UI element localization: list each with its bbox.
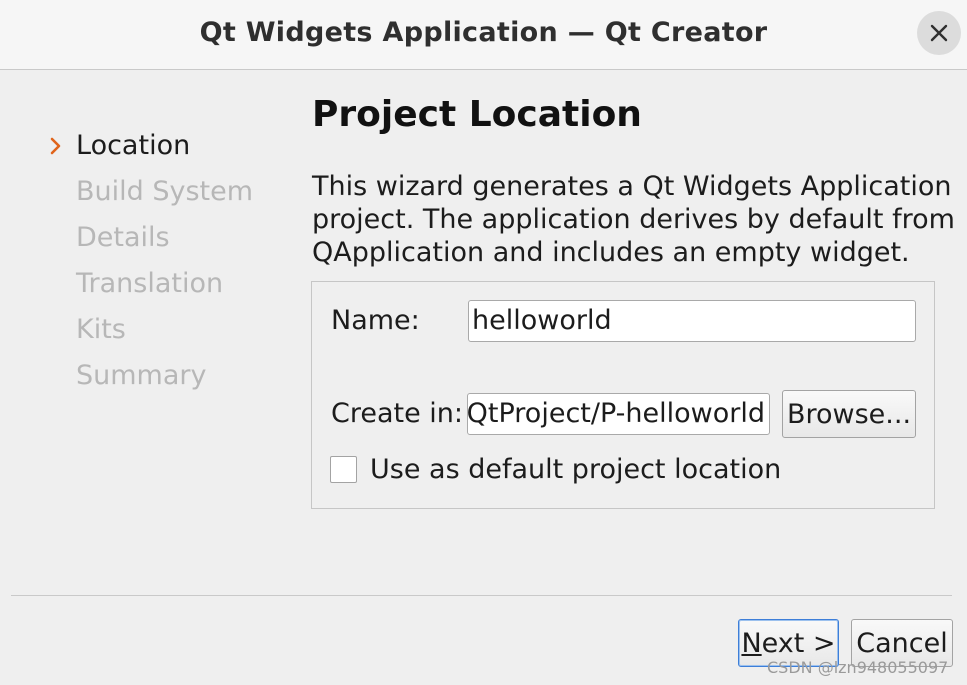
- step-translation: Translation: [76, 268, 224, 299]
- footer-separator: [11, 595, 952, 596]
- create-in-field[interactable]: QtProject/P-helloworld: [467, 393, 770, 435]
- description-line: This wizard generates a Qt Widgets Appli…: [312, 171, 952, 202]
- browse-button[interactable]: Browse...: [782, 390, 916, 438]
- name-field-value: helloworld: [472, 305, 612, 336]
- close-icon: [930, 24, 948, 42]
- step-summary: Summary: [76, 360, 207, 391]
- name-label: Name:: [331, 305, 420, 336]
- page-description: This wizard generates a Qt Widgets Appli…: [312, 170, 955, 269]
- default-location-label[interactable]: Use as default project location: [370, 454, 781, 485]
- wizard-window: Qt Widgets Application — Qt Creator Loca…: [0, 0, 967, 685]
- description-line: project. The application derives by defa…: [312, 204, 955, 235]
- chevron-right-icon: [50, 137, 61, 155]
- next-label: ext >: [761, 627, 836, 659]
- step-location: Location: [76, 130, 191, 161]
- step-details: Details: [76, 222, 170, 253]
- default-location-checkbox[interactable]: [330, 456, 357, 483]
- next-mnemonic: N: [741, 627, 762, 659]
- step-kits: Kits: [76, 314, 126, 345]
- page-title: Project Location: [312, 94, 642, 135]
- window-title: Qt Widgets Application — Qt Creator: [199, 17, 768, 48]
- step-build-system: Build System: [76, 176, 254, 207]
- close-button[interactable]: [917, 11, 961, 55]
- create-in-field-value: QtProject/P-helloworld: [467, 398, 765, 429]
- title-bar: Qt Widgets Application — Qt Creator: [0, 0, 967, 70]
- description-line: QApplication and includes an empty widge…: [312, 237, 910, 268]
- name-field[interactable]: helloworld: [468, 300, 916, 342]
- create-in-label: Create in:: [331, 398, 464, 429]
- watermark: CSDN @lzn948055097: [767, 658, 949, 677]
